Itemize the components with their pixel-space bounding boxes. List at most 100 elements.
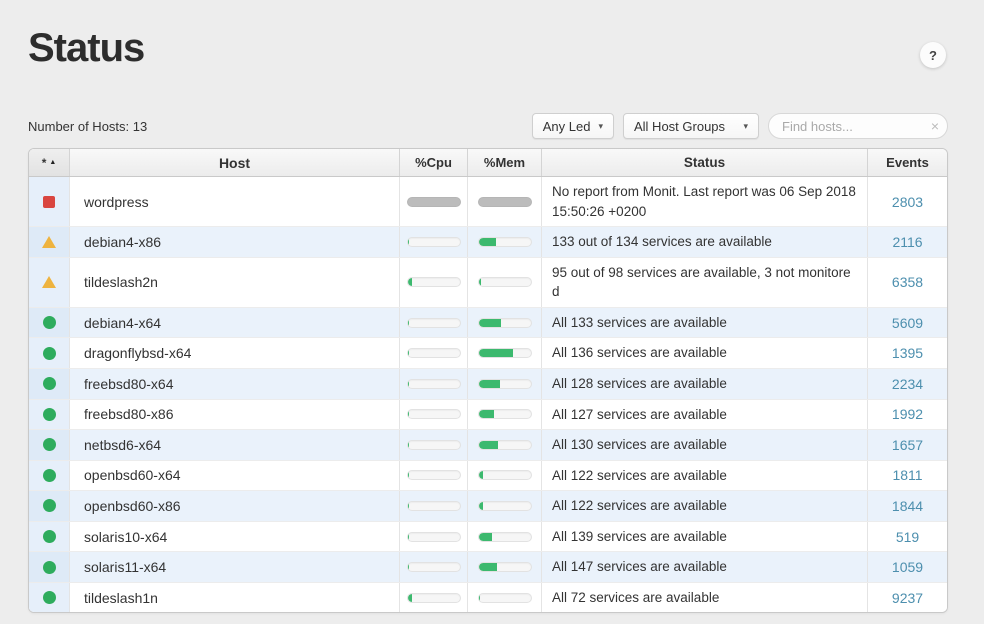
host-name: dragonflybsd-x64 bbox=[69, 338, 399, 368]
events-count-link[interactable]: 1992 bbox=[892, 406, 923, 422]
host-table-body: wordpress No report from Monit. Last rep… bbox=[29, 177, 947, 612]
events-count-link[interactable]: 2803 bbox=[892, 194, 923, 210]
host-groups-label: All Host Groups bbox=[634, 119, 725, 134]
green-led-icon bbox=[43, 499, 56, 512]
green-led-icon bbox=[43, 438, 56, 451]
table-row[interactable]: tildeslash2n 95 out of 98 services are a… bbox=[29, 258, 947, 308]
status-text: 95 out of 98 services are available, 3 n… bbox=[541, 258, 867, 307]
green-led-icon bbox=[43, 561, 56, 574]
header-host[interactable]: Host bbox=[69, 149, 399, 176]
header-events[interactable]: Events bbox=[867, 149, 947, 176]
mem-usage-bar bbox=[478, 379, 532, 389]
chevron-down-icon: ▾ bbox=[743, 121, 748, 132]
table-row[interactable]: debian4-x86 133 out of 134 services are … bbox=[29, 227, 947, 258]
table-row[interactable]: solaris10-x64 All 139 services are avail… bbox=[29, 522, 947, 553]
status-text: All 139 services are available bbox=[541, 522, 867, 552]
sort-ascending-icon: ▲ bbox=[49, 159, 56, 166]
led-filter-dropdown[interactable]: Any Led ▾ bbox=[532, 113, 614, 139]
host-name: debian4-x86 bbox=[69, 227, 399, 257]
table-row[interactable]: wordpress No report from Monit. Last rep… bbox=[29, 177, 947, 227]
host-name: netbsd6-x64 bbox=[69, 430, 399, 460]
host-groups-dropdown[interactable]: All Host Groups ▾ bbox=[623, 113, 759, 139]
header-led-sort[interactable]: * ▲ bbox=[29, 149, 69, 176]
events-count-link[interactable]: 9237 bbox=[892, 590, 923, 606]
events-count-link[interactable]: 1395 bbox=[892, 345, 923, 361]
cpu-usage-bar bbox=[407, 562, 461, 572]
events-count-link[interactable]: 6358 bbox=[892, 274, 923, 290]
table-header-row: * ▲ Host %Cpu %Mem Status Events bbox=[29, 149, 947, 177]
table-row[interactable]: dragonflybsd-x64 All 136 services are av… bbox=[29, 338, 947, 369]
help-button[interactable]: ? bbox=[920, 42, 946, 68]
host-name: freebsd80-x64 bbox=[69, 369, 399, 399]
mem-usage-bar bbox=[478, 409, 532, 419]
host-name: solaris10-x64 bbox=[69, 522, 399, 552]
host-name: debian4-x64 bbox=[69, 308, 399, 338]
table-row[interactable]: solaris11-x64 All 147 services are avail… bbox=[29, 552, 947, 583]
status-text: No report from Monit. Last report was 06… bbox=[541, 177, 867, 226]
host-name: openbsd60-x64 bbox=[69, 461, 399, 491]
mem-usage-bar bbox=[478, 562, 532, 572]
host-name: solaris11-x64 bbox=[69, 552, 399, 582]
cpu-usage-bar bbox=[407, 593, 461, 603]
status-text: All 72 services are available bbox=[541, 583, 867, 613]
table-row[interactable]: tildeslash1n All 72 services are availab… bbox=[29, 583, 947, 613]
mem-usage-bar bbox=[478, 532, 532, 542]
table-row[interactable]: freebsd80-x64 All 128 services are avail… bbox=[29, 369, 947, 400]
green-led-icon bbox=[43, 530, 56, 543]
cpu-usage-bar bbox=[407, 409, 461, 419]
hosts-count-label: Number of Hosts: 13 bbox=[28, 119, 147, 139]
host-name: tildeslash1n bbox=[69, 583, 399, 613]
events-count-link[interactable]: 2234 bbox=[892, 376, 923, 392]
cpu-usage-bar bbox=[407, 501, 461, 511]
cpu-usage-bar bbox=[407, 318, 461, 328]
mem-usage-bar bbox=[478, 237, 532, 247]
header-mem[interactable]: %Mem bbox=[467, 149, 541, 176]
events-count-link[interactable]: 2116 bbox=[892, 234, 922, 250]
status-text: All 127 services are available bbox=[541, 400, 867, 430]
table-row[interactable]: openbsd60-x86 All 122 services are avail… bbox=[29, 491, 947, 522]
mem-usage-bar bbox=[478, 470, 532, 480]
search-input[interactable] bbox=[768, 113, 948, 139]
events-count-link[interactable]: 1811 bbox=[892, 467, 922, 483]
chevron-down-icon: ▾ bbox=[598, 121, 603, 132]
events-count-link[interactable]: 5609 bbox=[892, 315, 923, 331]
header-cpu[interactable]: %Cpu bbox=[399, 149, 467, 176]
events-count-link[interactable]: 519 bbox=[896, 529, 919, 545]
help-icon: ? bbox=[929, 48, 937, 63]
led-sort-label: * bbox=[42, 156, 47, 170]
page-title: Status bbox=[28, 26, 948, 71]
events-count-link[interactable]: 1844 bbox=[892, 498, 923, 514]
mem-usage-bar bbox=[478, 277, 532, 287]
header-status[interactable]: Status bbox=[541, 149, 867, 176]
green-led-icon bbox=[43, 469, 56, 482]
status-text: All 122 services are available bbox=[541, 461, 867, 491]
cpu-usage-bar bbox=[407, 277, 461, 287]
events-count-link[interactable]: 1059 bbox=[892, 559, 923, 575]
filters: Any Led ▾ All Host Groups ▾ × bbox=[532, 113, 948, 139]
clear-search-icon[interactable]: × bbox=[931, 118, 939, 134]
cpu-usage-bar bbox=[407, 348, 461, 358]
host-name: freebsd80-x86 bbox=[69, 400, 399, 430]
mem-usage-bar bbox=[478, 593, 532, 603]
table-row[interactable]: openbsd60-x64 All 122 services are avail… bbox=[29, 461, 947, 492]
mem-usage-bar bbox=[478, 318, 532, 328]
cpu-usage-bar bbox=[407, 237, 461, 247]
table-row[interactable]: freebsd80-x86 All 127 services are avail… bbox=[29, 400, 947, 431]
table-row[interactable]: netbsd6-x64 All 130 services are availab… bbox=[29, 430, 947, 461]
green-led-icon bbox=[43, 408, 56, 421]
cpu-usage-bar bbox=[407, 379, 461, 389]
host-name: openbsd60-x86 bbox=[69, 491, 399, 521]
yellow-led-icon bbox=[42, 236, 56, 248]
events-count-link[interactable]: 1657 bbox=[892, 437, 923, 453]
mem-usage-bar bbox=[478, 440, 532, 450]
status-text: All 147 services are available bbox=[541, 552, 867, 582]
table-row[interactable]: debian4-x64 All 133 services are availab… bbox=[29, 308, 947, 339]
cpu-usage-bar bbox=[407, 440, 461, 450]
green-led-icon bbox=[43, 591, 56, 604]
mem-usage-bar bbox=[478, 348, 532, 358]
status-text: All 130 services are available bbox=[541, 430, 867, 460]
controls-row: Number of Hosts: 13 Any Led ▾ All Host G… bbox=[28, 113, 948, 139]
host-name: wordpress bbox=[69, 177, 399, 226]
green-led-icon bbox=[43, 377, 56, 390]
host-name: tildeslash2n bbox=[69, 258, 399, 307]
